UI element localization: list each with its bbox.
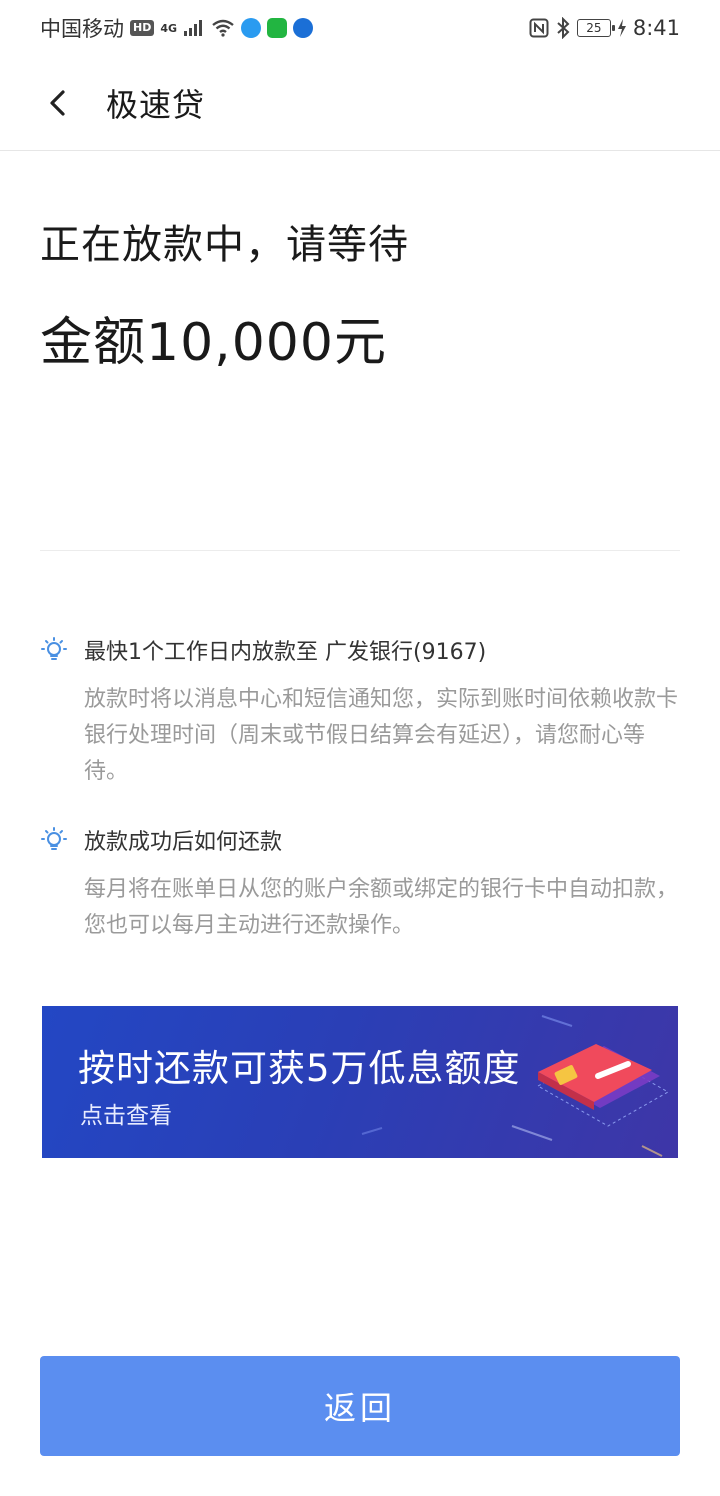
info-item-disbursement-time: 最快1个工作日内放款至 广发银行(9167) 放款时将以消息中心和短信通知您，实…: [40, 634, 680, 790]
loan-amount: 金额 10,000元: [40, 300, 387, 375]
hd-icon: HD: [130, 20, 155, 36]
credit-card-illustration: [536, 1044, 670, 1127]
signal-icon: [184, 20, 203, 36]
wifi-icon: [212, 19, 234, 37]
browser-notification-icon: [293, 18, 314, 38]
carrier-name: 中国移动: [40, 17, 124, 41]
info-heading-row: 最快1个工作日内放款至 广发银行(9167): [40, 634, 680, 666]
amount-value: 10,000元: [146, 313, 387, 373]
lightbulb-icon: [41, 827, 67, 850]
section-divider: [40, 550, 680, 551]
return-button-label: 返回: [323, 1389, 396, 1427]
bluetooth-icon: [557, 17, 570, 39]
network-type: 4G: [160, 21, 178, 35]
charging-icon: [617, 19, 626, 37]
status-bar-left: 中国移动 HD 4G: [40, 13, 314, 43]
loan-status-screen: 中国移动 HD 4G 25 8:41 极速贷 正在放款中，请等待 金额 10,0…: [0, 0, 720, 1496]
clock-time: 8:41: [632, 16, 680, 40]
info-heading: 放款成功后如何还款: [84, 830, 283, 855]
nfc-icon: [529, 18, 549, 38]
return-button[interactable]: 返回: [40, 1356, 680, 1456]
iqiyi-notification-icon: [267, 18, 288, 38]
page-title: 极速贷: [106, 86, 206, 124]
info-item-repayment: 放款成功后如何还款 每月将在账单日从您的账户余额或绑定的银行卡中自动扣款，您也可…: [40, 824, 680, 944]
promo-banner[interactable]: 按时还款可获5万低息额度 点击查看: [42, 1006, 678, 1158]
promo-title: 按时还款可获5万低息额度: [78, 1047, 521, 1090]
battery-level: 25: [586, 21, 602, 35]
status-bar: 中国移动 HD 4G 25 8:41: [0, 0, 720, 56]
chevron-left-icon: [50, 90, 65, 116]
info-body: 放款时将以消息中心和短信通知您，实际到账时间依赖收款卡银行处理时间（周末或节假日…: [84, 687, 679, 784]
lightbulb-icon: [41, 637, 67, 660]
app-notification-icon: [241, 18, 262, 38]
amount-prefix: 金额: [40, 313, 147, 373]
promo-subtitle: 点击查看: [80, 1103, 172, 1129]
back-button[interactable]: [30, 76, 84, 130]
info-body: 每月将在账单日从您的账户余额或绑定的银行卡中自动扣款，您也可以每月主动进行还款操…: [84, 877, 679, 938]
info-heading: 最快1个工作日内放款至 广发银行(9167): [84, 640, 487, 665]
disbursement-status-title: 正在放款中，请等待: [40, 222, 409, 268]
status-bar-right: 25 8:41: [529, 16, 680, 40]
battery-icon: 25: [576, 19, 615, 37]
nav-bar: 极速贷: [0, 56, 720, 151]
info-heading-row: 放款成功后如何还款: [40, 824, 680, 856]
